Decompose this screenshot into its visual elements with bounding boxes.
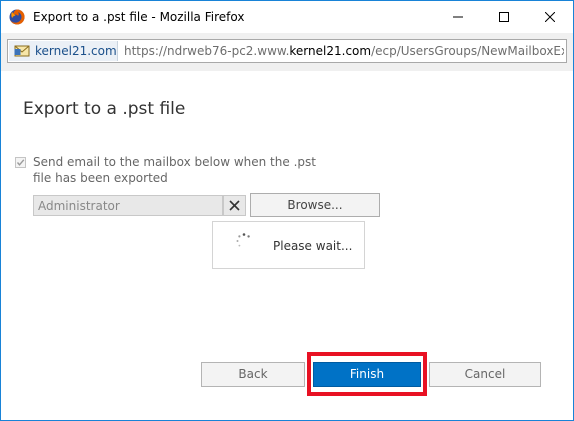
close-icon bbox=[545, 12, 555, 22]
checkmark-icon bbox=[16, 159, 25, 166]
mail-icon bbox=[14, 44, 30, 58]
back-button[interactable]: Back bbox=[201, 362, 305, 387]
window-title: Export to a .pst file - Mozilla Firefox bbox=[33, 10, 245, 24]
mailbox-field[interactable]: Administrator bbox=[33, 195, 223, 216]
close-x-icon bbox=[229, 200, 240, 211]
close-window-button[interactable] bbox=[527, 1, 573, 33]
site-label: kernel21.com bbox=[35, 44, 117, 58]
minimize-icon bbox=[453, 16, 463, 18]
browser-window: Export to a .pst file - Mozilla Firefox … bbox=[0, 0, 574, 421]
minimize-button[interactable] bbox=[435, 1, 481, 33]
finish-highlight-box bbox=[307, 352, 427, 396]
send-email-checkbox[interactable] bbox=[15, 157, 26, 168]
url-field[interactable]: kernel21.com https://ndrweb76-pc2.www.ke… bbox=[7, 39, 567, 63]
url-domain: kernel21.com bbox=[289, 44, 372, 58]
dialog-content: Export to a .pst file Send email to the … bbox=[1, 71, 573, 420]
page-title: Export to a .pst file bbox=[23, 99, 186, 119]
url-path: /ecp/UsersGroups/NewMailboxExportR bbox=[371, 44, 564, 58]
firefox-icon bbox=[9, 9, 25, 25]
clear-mailbox-button[interactable] bbox=[223, 195, 246, 216]
maximize-icon bbox=[499, 12, 509, 22]
title-bar[interactable]: Export to a .pst file - Mozilla Firefox bbox=[1, 1, 573, 33]
send-email-label: Send email to the mailbox below when the… bbox=[33, 155, 316, 185]
please-wait-box: Please wait... bbox=[212, 221, 365, 269]
maximize-button[interactable] bbox=[481, 1, 527, 33]
site-identity[interactable]: kernel21.com bbox=[9, 41, 118, 61]
url-prefix: https://ndrweb76-pc2.www. bbox=[124, 44, 290, 58]
cancel-button[interactable]: Cancel bbox=[429, 362, 541, 387]
url-text[interactable]: https://ndrweb76-pc2.www.kernel21.com/ec… bbox=[124, 44, 564, 58]
browse-button[interactable]: Browse... bbox=[250, 193, 380, 217]
address-bar: kernel21.com https://ndrweb76-pc2.www.ke… bbox=[1, 33, 573, 71]
loading-spinner-icon bbox=[235, 232, 253, 250]
please-wait-text: Please wait... bbox=[273, 239, 353, 253]
